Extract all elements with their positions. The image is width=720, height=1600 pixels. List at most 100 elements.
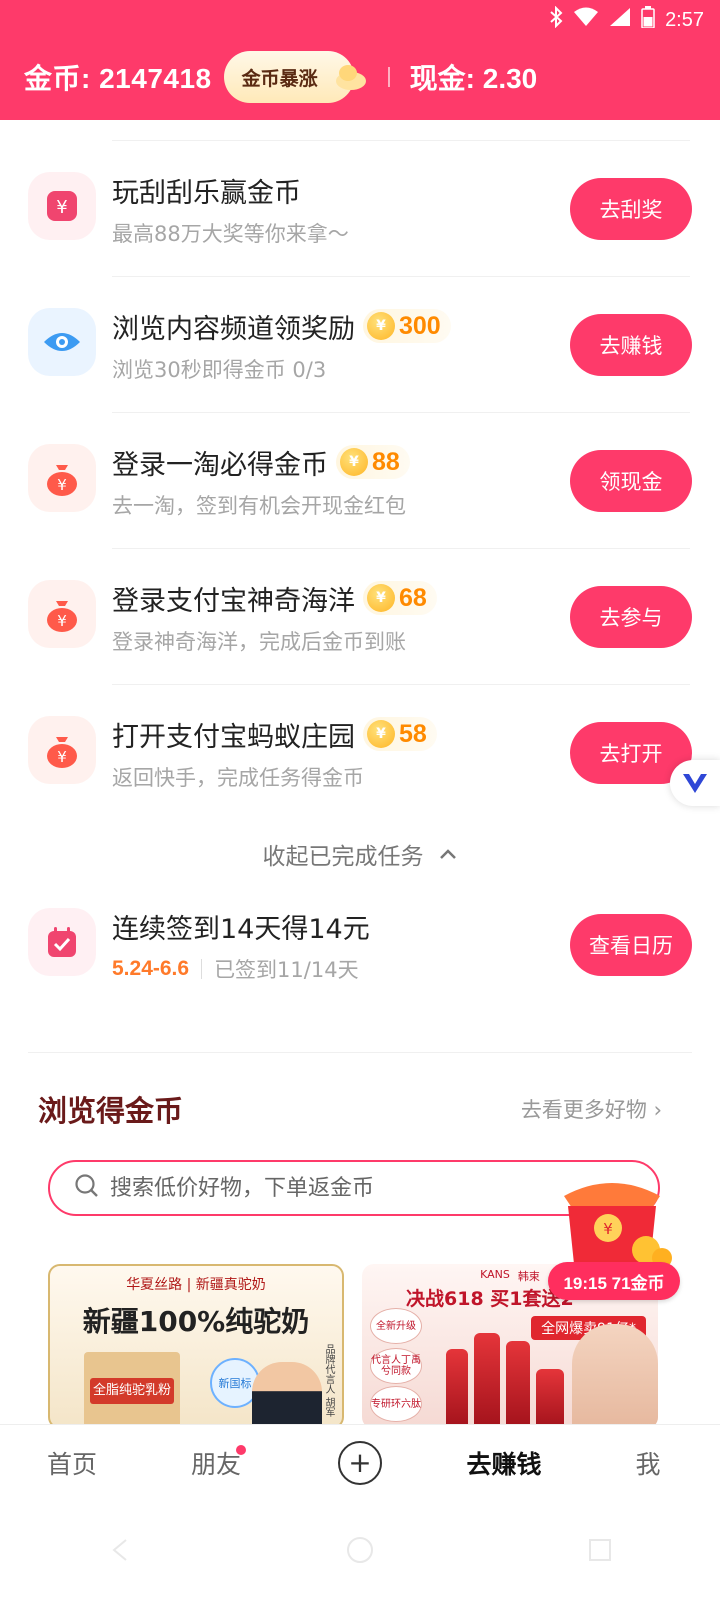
nav-friends-label: 朋友 [190,1449,241,1479]
balance-bar: 金币: 2147418 金币暴涨 现金: 2.30 [24,48,537,106]
task-title-row: 登录一淘必得金币 ¥ 88 [112,442,410,482]
task-subtitle: 返回快手，完成任务得金币 [112,766,364,790]
v-logo-icon [683,774,707,793]
product-bottle-image [536,1369,564,1429]
red-envelope-bag-icon[interactable]: ¥ [548,1176,676,1268]
task-title-row: 连续签到14天得14元 [112,906,370,946]
product-tag: 专研环六肽 [370,1386,422,1422]
calendar-icon [28,908,96,976]
product-package-label: 全脂纯驼乳粉 [90,1378,174,1404]
task-title: 登录支付宝神奇海洋 [112,585,355,617]
task-subtitle: 登录神奇海洋，完成后金币到账 [112,630,406,654]
nav-create[interactable]: + [288,1425,432,1500]
task-separator [112,684,690,685]
product-card[interactable]: 华夏丝路 | 新疆真驼奶 新疆100%纯驼奶 全脂纯驼乳粉 新国标 品牌代言人 … [48,1264,344,1429]
nav-friends[interactable]: 朋友 [144,1425,288,1500]
spokesperson-image [252,1362,322,1427]
see-more-link[interactable]: 去看更多好物 › [521,1094,662,1124]
coin-reward: ¥ 68 [363,581,437,615]
money-bag-icon: ¥ [28,444,96,512]
battery-icon [641,6,655,34]
status-icons: 2:57 [549,5,704,34]
nav-earn[interactable]: 去赚钱 [432,1425,576,1500]
app-header: 2:57 金币: 2147418 金币暴涨 现金: 2.30 [0,0,720,120]
coin-reward-value: 68 [399,583,427,612]
task-title: 浏览内容频道领奖励 [112,313,355,345]
plus-icon: + [338,1440,382,1485]
signin-task: 连续签到14天得14元 5.24-6.6 已签到11/14天 查看日历 [0,876,720,1012]
cloud-icon [334,63,368,91]
task-title: 打开支付宝蚂蚁庄园 [112,721,355,753]
system-navigation-bar [0,1500,720,1600]
task-separator [112,412,690,413]
task-row: ¥ 登录一淘必得金币 ¥ 88 去一淘，签到有机会开现金红包 领现金 [0,412,720,548]
home-circle-icon[interactable] [330,1520,390,1580]
balance-divider [387,67,390,87]
view-calendar-button[interactable]: 查看日历 [570,914,692,976]
coin-surge-label: 金币暴涨 [241,67,318,90]
coin-icon: ¥ [367,312,395,340]
product-tag: 全新升级 [370,1308,422,1344]
task-row: ¥ 玩刮刮乐赢金币 最高88万大奖等你来拿～ 去刮奖 [0,140,720,276]
svg-text:¥: ¥ [57,748,67,766]
nav-me[interactable]: 我 [576,1425,720,1500]
recents-icon[interactable] [570,1520,630,1580]
task-separator [112,140,690,141]
cash-balance[interactable]: 现金: 2.30 [410,57,538,97]
coin-reward: ¥ 300 [363,309,451,343]
back-icon[interactable] [90,1520,150,1580]
eye-icon [28,308,96,376]
product-headline: 新疆100%纯驼奶 [82,1305,310,1338]
collapse-completed-toggle[interactable]: 收起已完成任务 [0,832,720,876]
status-bar: 2:57 [0,0,720,40]
task-title-row: 打开支付宝蚂蚁庄园 ¥ 58 [112,714,437,754]
search-icon [74,1173,100,1203]
product-bottle-image [474,1333,500,1429]
money-bag-icon: ¥ [28,580,96,648]
task-title-row: 登录支付宝神奇海洋 ¥ 68 [112,578,437,618]
task-subtitle: 去一淘，签到有机会开现金红包 [112,494,406,518]
coin-reward: ¥ 88 [336,445,410,479]
floating-v-badge[interactable] [670,760,720,806]
task-separator [112,548,690,549]
signal-icon [609,7,631,33]
coin-reward: ¥ 58 [363,717,437,751]
coin-reward-value: 300 [399,311,441,340]
scratch-card-icon: ¥ [28,172,96,240]
earn-button[interactable]: 去赚钱 [570,314,692,376]
product-brand: KANS [480,1268,510,1281]
coin-reward-value: 88 [372,447,400,476]
signin-progress: 已签到11/14天 [214,958,359,982]
coin-icon: ¥ [367,720,395,748]
product-brand: 韩束 [517,1270,540,1283]
bottom-nav: 首页 朋友 + 去赚钱 我 [0,1424,720,1500]
coin-balance[interactable]: 金币: 2147418 [24,57,212,97]
nav-home[interactable]: 首页 [0,1425,144,1500]
claim-cash-button[interactable]: 领现金 [570,450,692,512]
product-bottle-image [506,1341,530,1429]
task-title: 玩刮刮乐赢金币 [112,177,301,209]
task-row: ¥ 打开支付宝蚂蚁庄园 ¥ 58 返回快手，完成任务得金币 去打开 [0,684,720,820]
task-title-row: 玩刮刮乐赢金币 [112,170,301,210]
svg-text:¥: ¥ [603,1220,613,1238]
browse-section-title: 浏览得金币 [38,1094,184,1128]
svg-text:¥: ¥ [57,476,67,494]
coin-reward-value: 58 [399,719,427,748]
status-time: 2:57 [665,8,704,31]
nav-home-label: 首页 [46,1449,97,1479]
task-subtitle: 浏览30秒即得金币 0/3 [112,358,327,382]
task-row: 浏览内容频道领奖励 ¥ 300 浏览30秒即得金币 0/3 去赚钱 [0,276,720,412]
signin-title: 连续签到14天得14元 [112,913,370,945]
search-input[interactable] [110,1175,570,1201]
task-subtitle: 最高88万大奖等你来拿～ [112,222,349,246]
wifi-icon [573,7,599,33]
task-title-row: 浏览内容频道领奖励 ¥ 300 [112,306,451,346]
product-tag: 代言人丁禹兮同款 [370,1348,422,1384]
product-brand: 华夏丝路 | 新疆真驼奶 [126,1277,266,1293]
svg-text:¥: ¥ [56,197,67,218]
gift-countdown-badge[interactable]: 19:15 71金币 [548,1262,680,1300]
chevron-up-icon [438,841,458,867]
scratch-button[interactable]: 去刮奖 [570,178,692,240]
coin-surge-badge[interactable]: 金币暴涨 [223,51,366,103]
participate-button[interactable]: 去参与 [570,586,692,648]
